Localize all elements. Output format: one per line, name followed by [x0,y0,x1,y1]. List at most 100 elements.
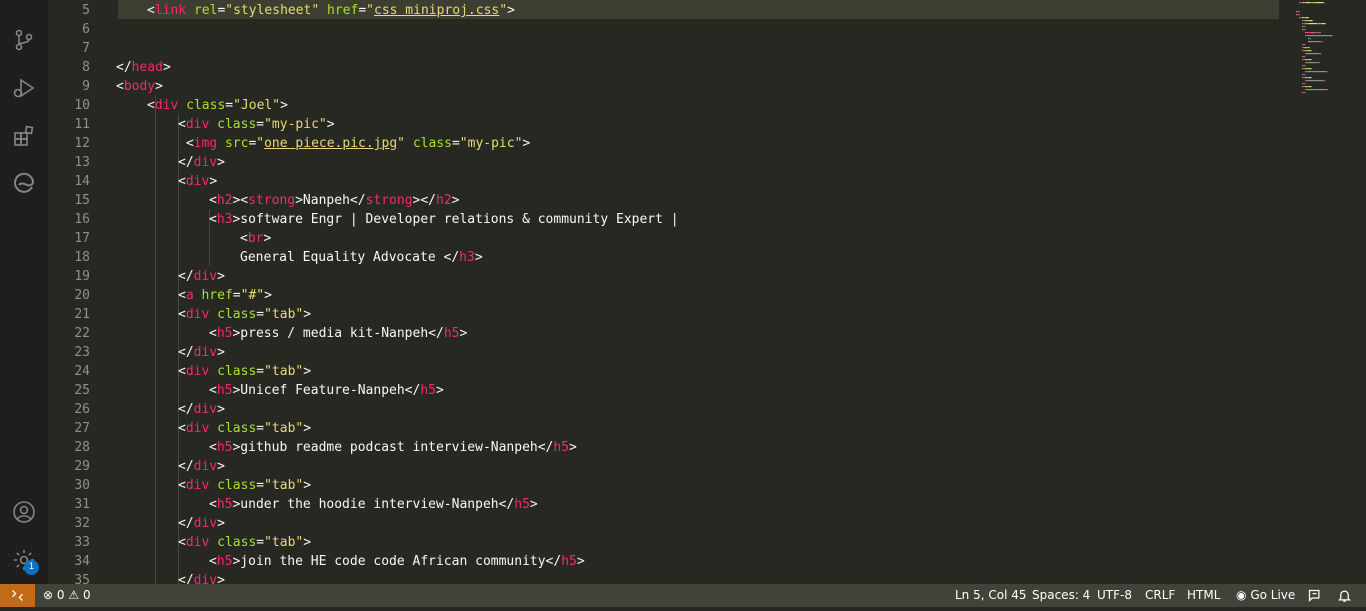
line-number: 20 [74,288,90,303]
line-number: 7 [82,41,90,56]
minimap-stroke [1304,50,1306,52]
minimap-stroke [1303,77,1305,79]
activity-bar: 1 [0,0,48,584]
minimap-stroke [1307,71,1326,73]
code-token: h5 [561,554,577,569]
line-number: 25 [74,383,90,398]
line-number: 6 [82,22,90,37]
minimap-stroke [1309,47,1311,49]
cursor-position[interactable]: Ln 5, Col 45 [955,584,1027,607]
language-mode[interactable]: HTML [1187,584,1220,607]
minimap-stroke [1306,89,1307,91]
minimap-stroke [1306,71,1307,73]
encoding[interactable]: UTF-8 [1097,584,1132,607]
minimap-stroke [1325,23,1327,25]
code-token: div [185,478,210,493]
code-token: > [303,364,312,379]
code-text: <h5>press / media kit-Nanpeh</h5> [209,324,467,343]
minimap-stroke [1316,23,1318,25]
code-line: 13 </div> [48,153,1238,172]
line-number: 27 [74,421,90,436]
warning-count: 0 [82,588,91,602]
minimap[interactable] [1286,0,1366,100]
code-token: h5 [553,440,570,455]
code-text: <h3>software Engr | Developer relations … [209,210,679,229]
source-control-icon[interactable] [12,28,36,52]
minimap-stroke [1308,50,1311,52]
minimap-stroke [1310,38,1311,40]
code-token: General Equality Advocate </ [240,250,460,265]
minimap-stroke [1307,86,1309,88]
notifications-bell-icon[interactable] [1337,584,1352,607]
code-line: 22 <h5>press / media kit-Nanpeh</h5> [48,324,1238,343]
minimap-stroke [1303,23,1305,25]
line-number: 35 [74,573,90,584]
code-text: <h5>under the hoodie interview-Nanpeh</h… [209,495,538,514]
code-token: = [256,364,265,379]
minimap-stroke [1305,71,1306,73]
code-token: < [209,212,217,227]
minimap-stroke [1302,74,1303,76]
code-token: h5 [216,383,233,398]
code-line: 24 <div class="tab"> [48,362,1238,381]
code-token: > [264,288,272,303]
code-line: 34 <h5>join the HE code code African comm… [48,552,1238,571]
minimap-stroke [1306,53,1307,55]
code-token: < [209,440,217,455]
go-live-button[interactable]: ◉ Go Live [1236,584,1295,607]
minimap-stroke [1305,53,1306,55]
extensions-icon[interactable] [12,124,36,148]
minimap-stroke [1311,2,1314,4]
code-token: body [123,79,156,94]
minimap-stroke [1297,14,1299,16]
code-line: 6 [48,20,1238,39]
code-text: </div> [178,343,225,362]
code-token: > [435,383,444,398]
code-token: h5 [216,440,233,455]
code-line: 12 <img src="one piece.pic.jpg" class="m… [48,134,1238,153]
minimap-stroke [1304,77,1306,79]
minimap-stroke [1302,59,1303,61]
code-token: h5 [514,497,530,512]
code-editor[interactable]: 5 <link rel="stylesheet" href="css minipr… [48,0,1366,584]
minimap-stroke [1305,77,1308,79]
code-token: > [303,478,312,493]
edge-browser-icon[interactable] [12,172,36,196]
minimap-stroke [1308,86,1311,88]
code-line: 28 <h5>github readme podcast interview-Na… [48,438,1238,457]
code-token: " [499,3,508,18]
minimap-stroke [1304,20,1306,22]
code-token: < [209,497,217,512]
remote-indicator[interactable] [0,584,35,607]
minimap-stroke [1302,68,1303,70]
settings-badge: 1 [24,560,39,575]
code-token: class [186,98,226,113]
line-number: 29 [74,459,90,474]
code-token: > [263,231,272,246]
remote-icon [12,590,23,601]
feedback-icon[interactable] [1307,584,1322,607]
code-token: > [217,402,225,417]
minimap-stroke [1305,35,1306,37]
problems-indicator[interactable]: ⊗ 0 ⚠ 0 [43,584,91,607]
code-token: > [303,535,312,550]
run-debug-icon[interactable] [12,76,36,100]
minimap-stroke [1307,35,1333,37]
line-ending[interactable]: CRLF [1145,584,1175,607]
line-number: 8 [82,60,90,75]
code-token: > [209,174,218,189]
minimap-stroke [1303,20,1305,22]
code-token: = [451,136,460,151]
indentation[interactable]: Spaces: 4 [1032,584,1090,607]
code-token: < [147,98,155,113]
code-token: > [217,269,225,284]
minimap-stroke [1303,68,1305,70]
code-text: </head> [116,58,171,77]
line-number: 18 [74,250,90,265]
code-token: div [154,98,179,113]
code-token: >join the HE code code African community… [232,554,562,569]
account-icon[interactable] [12,500,36,524]
code-text: <link rel="stylesheet" href="css minipro… [147,1,515,20]
minimap-stroke [1308,77,1311,79]
